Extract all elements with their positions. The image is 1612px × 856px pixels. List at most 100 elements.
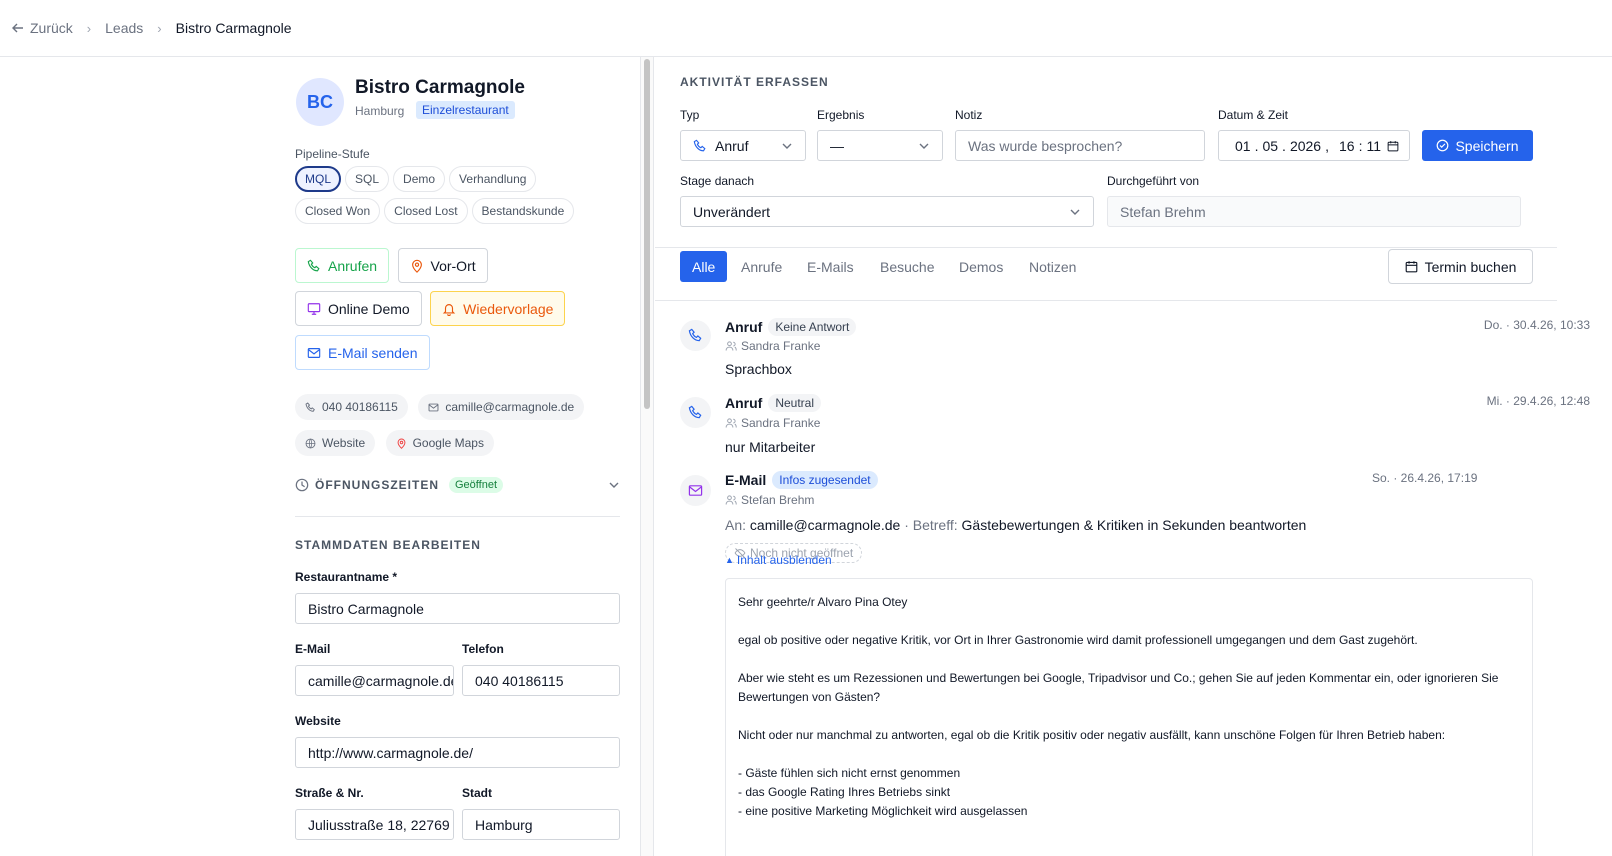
divider [295,516,620,517]
website-label: Website [295,714,341,728]
stage-after-select[interactable]: Unverändert [680,196,1094,227]
stage-after-label: Stage danach [680,174,755,188]
email-label: E-Mail [295,642,331,656]
restaurant-name-input[interactable]: Bistro Carmagnole [295,593,620,624]
entry-user: Stefan Brehm [725,493,814,507]
stage-sql[interactable]: SQL [345,166,390,192]
email-to-label: An: [725,517,747,533]
breadcrumb-current: Bistro Carmagnole [175,20,292,36]
onsite-button[interactable]: Vor-Ort [397,248,488,283]
globe-icon [305,438,316,448]
chevron-right-icon: › [86,20,92,36]
street-label: Straße & Nr. [295,786,364,800]
master-data-title: STAMMDATEN BEARBEITEN [295,538,481,552]
call-button[interactable]: Anrufen [295,248,390,283]
email-pill[interactable]: camille@carmagnole.de [418,394,585,420]
datetime-label: Datum & Zeit [1218,108,1289,122]
phone-input[interactable]: 040 40186115 [462,665,620,696]
tab-calls[interactable]: Anrufe [741,251,782,282]
opening-hours-title: ÖFFNUNGSZEITEN [315,478,439,492]
type-badge: Einzelrestaurant [416,101,515,119]
maps-pill-label: Google Maps [412,436,484,450]
result-select[interactable]: — [817,130,943,161]
tab-demos[interactable]: Demos [959,251,1003,282]
online-demo-label: Online Demo [328,300,410,317]
activity-panel: AKTIVITÄT ERFASSEN Typ Anruf Ergebnis — … [655,57,1612,856]
users-icon [725,495,737,505]
send-email-button[interactable]: E-Mail senden [295,335,430,370]
phone-icon [680,397,711,428]
restaurant-name-label: Restaurantname * [295,570,398,584]
top-bar: Zurück › Leads › Bistro Carmagnole [0,0,1612,57]
entry-date: Mi. · 29.4.26, 12:48 [1486,394,1590,408]
phone-pill[interactable]: 040 40186115 [295,394,408,420]
entry-note: Sprachbox [725,361,792,377]
followup-button[interactable]: Wiedervorlage [430,291,566,326]
breadcrumb-leads[interactable]: Leads [105,20,143,36]
opening-hours-toggle[interactable]: ÖFFNUNGSZEITEN Geöffnet [295,477,620,493]
type-label: Typ [680,108,700,122]
entry-result-badge: Infos zugesendet [772,471,878,489]
avatar: BC [296,78,344,126]
entry-type: Anruf [725,319,763,335]
email-pill-label: camille@carmagnole.de [445,400,575,414]
email-subject: Gästebewertungen & Kritiken in Sekunden … [961,517,1307,533]
stage-closed-won[interactable]: Closed Won [295,198,381,224]
send-email-label: E-Mail senden [328,344,418,361]
performed-by-value: Stefan Brehm [1120,203,1206,220]
entry-result-badge: Keine Antwort [768,318,857,336]
entry-user-name: Sandra Franke [741,339,821,353]
website-pill[interactable]: Website [295,430,376,456]
pipeline-label: Pipeline-Stufe [295,147,370,161]
email-bullet: - das Google Rating Ihres Betriebs sinkt [738,785,951,799]
mail-icon [428,403,439,411]
email-bullet: - eine positive Marketing Möglichkeit wi… [738,804,1028,818]
users-icon [725,341,737,351]
toggle-email-content[interactable]: ▲ Inhalt ausblenden [725,553,832,567]
chevron-down-icon [1070,209,1080,215]
street-input[interactable]: Juliusstraße 18, 22769 [295,809,454,840]
stage-closed-lost[interactable]: Closed Lost [384,198,468,224]
calendar-icon[interactable] [1387,139,1399,153]
back-link[interactable]: Zurück [12,20,73,36]
city-input[interactable]: Hamburg [462,809,620,840]
tab-all[interactable]: Alle [680,251,728,282]
followup-label: Wiedervorlage [463,300,554,317]
entry-user: Sandra Franke [725,339,820,353]
type-select[interactable]: Anruf [680,130,806,161]
maps-pill[interactable]: Google Maps [385,430,494,456]
date-day: 01 [1235,137,1251,154]
pipeline-stages-row1: MQL SQL Demo Verhandlung [295,166,620,192]
email-bullet: - Gäste fühlen sich nicht ernst genommen [738,766,961,780]
stage-demo[interactable]: Demo [393,166,446,192]
note-label: Notiz [955,108,983,122]
bell-icon [442,303,456,316]
users-icon [725,418,737,428]
chevron-down-icon [919,143,929,149]
tab-notes[interactable]: Notizen [1029,251,1076,282]
email-input[interactable]: camille@carmagnole.de [295,665,454,696]
left-scrollbar[interactable] [640,57,654,856]
entry-user-name: Sandra Franke [741,416,821,430]
activity-entry-header: Anruf Keine Antwort [725,318,857,336]
online-demo-button[interactable]: Online Demo [295,291,422,326]
scroll-thumb[interactable] [644,59,650,409]
note-input[interactable]: Was wurde besprochen? [955,130,1205,161]
pipeline-stages-row2: Closed Won Closed Lost Bestandskunde [295,198,620,224]
email-paragraph: egal ob positive oder negative Kritik, v… [738,633,1418,647]
stage-bestandskunde[interactable]: Bestandskunde [471,198,575,224]
stage-mql[interactable]: MQL [295,166,342,192]
book-appointment-button[interactable]: Termin buchen [1388,249,1533,284]
entry-user: Sandra Franke [725,416,820,430]
stage-verhandlung[interactable]: Verhandlung [449,166,537,192]
entry-date: So. · 26.4.26, 17:19 [1372,471,1478,485]
date-year: 2026 [1289,137,1322,154]
save-button[interactable]: Speichern [1422,130,1533,161]
phone-icon [305,401,315,412]
tab-visits[interactable]: Besuche [880,251,934,282]
email-meta: An: camille@carmagnole.de · Betreff: Gäs… [725,517,1306,533]
tab-emails[interactable]: E-Mails [807,251,854,282]
datetime-input[interactable]: 01. 05. 2026, 16: 11 [1218,130,1410,161]
website-input[interactable]: http://www.carmagnole.de/ [295,737,620,768]
arrow-left-icon [12,23,23,33]
